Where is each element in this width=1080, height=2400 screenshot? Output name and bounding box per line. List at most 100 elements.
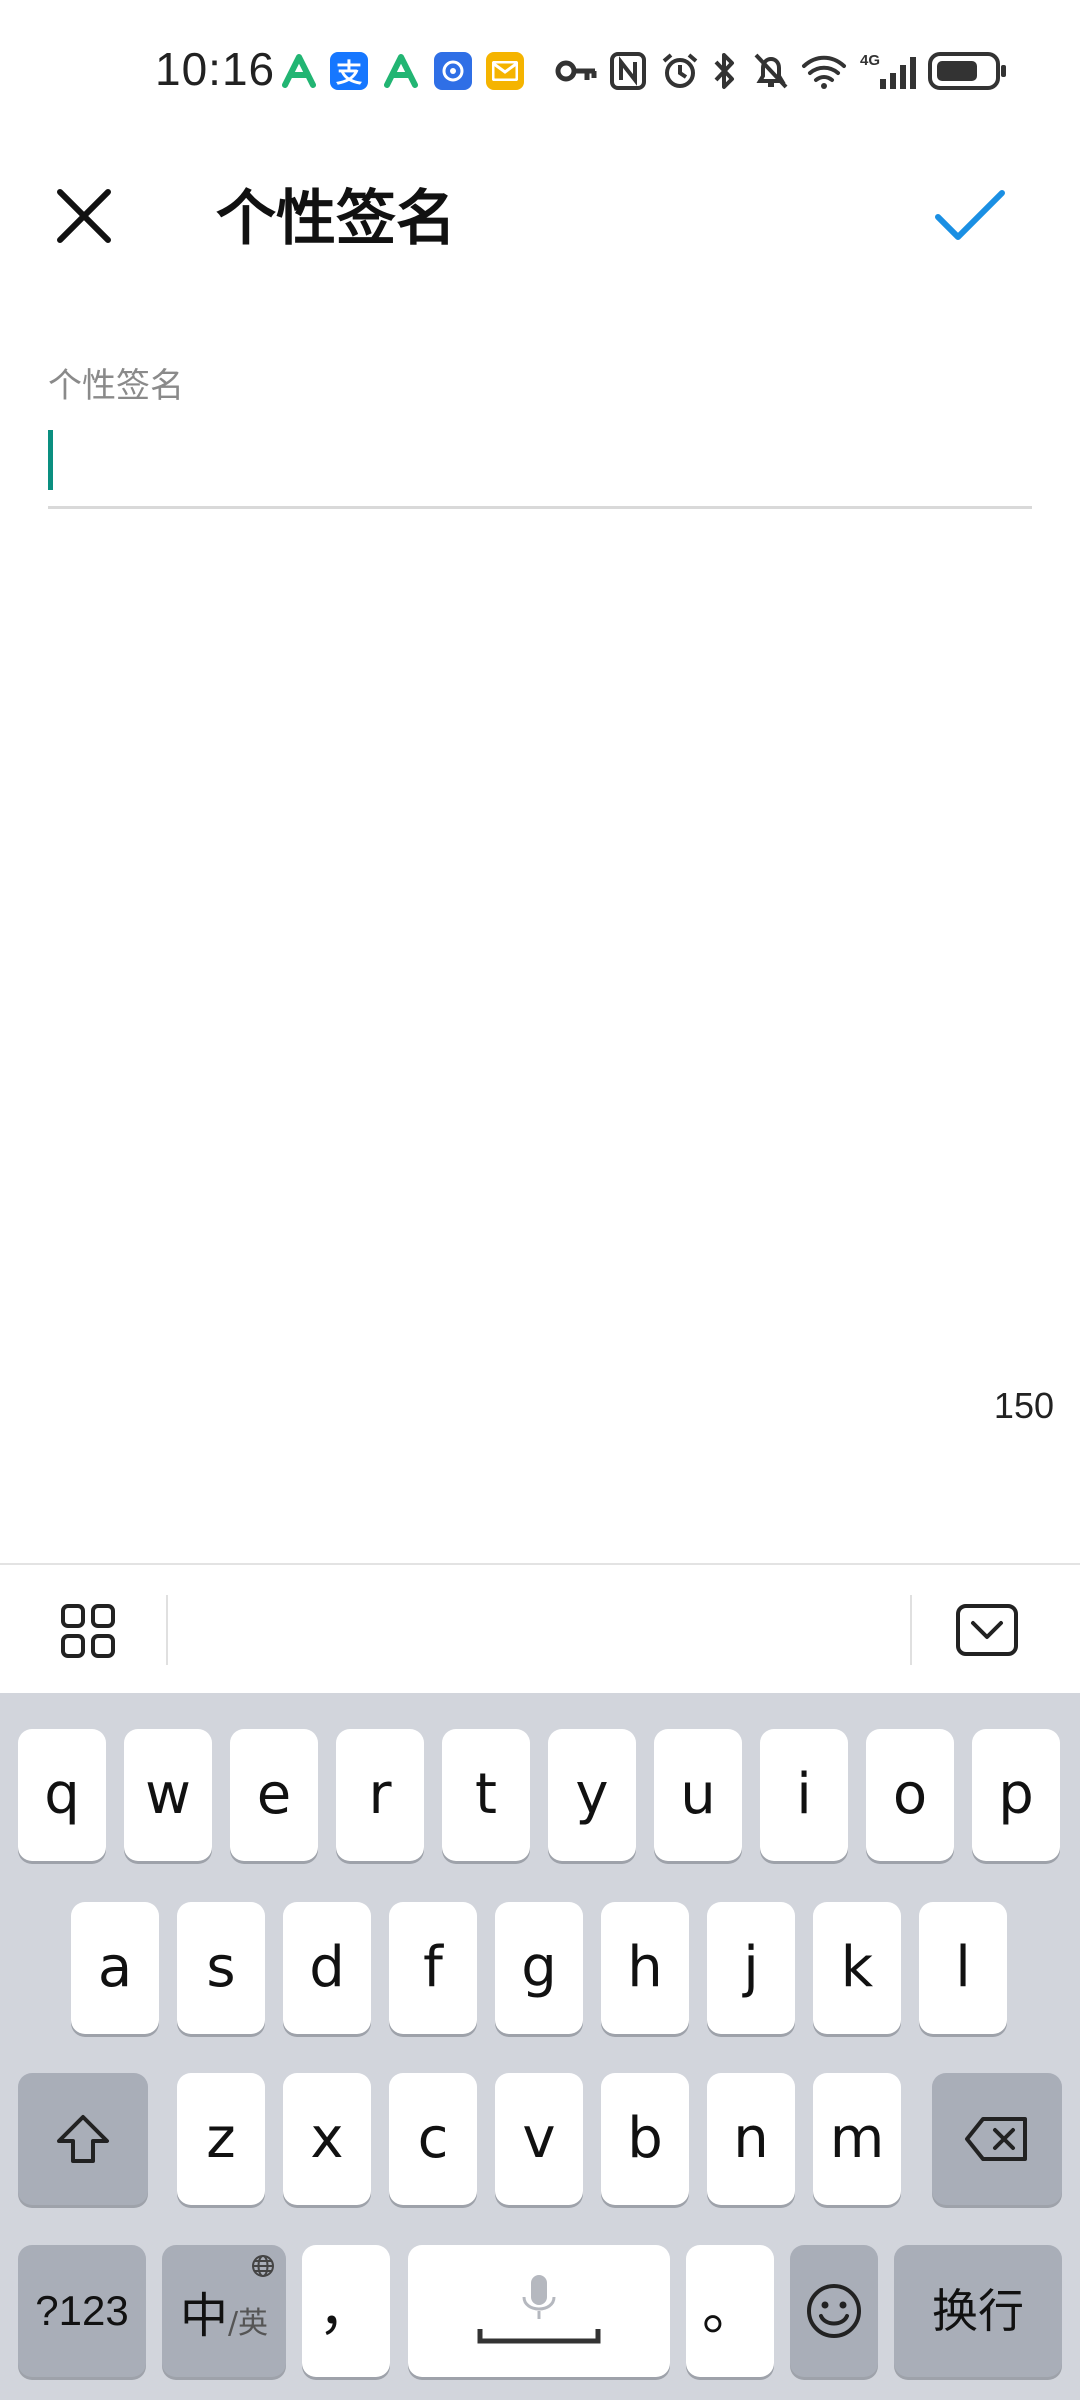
key-c[interactable]: c bbox=[389, 2073, 477, 2205]
enter-key[interactable]: 换行 bbox=[894, 2245, 1062, 2377]
mail-icon bbox=[486, 52, 524, 90]
signature-field-label: 个性签名 bbox=[48, 366, 184, 406]
key-l[interactable]: l bbox=[919, 1902, 1007, 2034]
key-n[interactable]: n bbox=[707, 2073, 795, 2205]
signature-input[interactable] bbox=[62, 420, 1016, 502]
lang-main-label: 中 bbox=[179, 2288, 228, 2344]
backspace-key[interactable] bbox=[932, 2073, 1062, 2205]
key-icon bbox=[555, 50, 599, 92]
key-z[interactable]: z bbox=[177, 2073, 265, 2205]
key-label: 。 bbox=[702, 2278, 758, 2343]
language-key[interactable]: 中/英 bbox=[162, 2245, 286, 2377]
key-d[interactable]: d bbox=[283, 1902, 371, 2034]
text-caret bbox=[48, 430, 53, 490]
grid-apps-icon bbox=[61, 1604, 115, 1658]
bluetooth-icon bbox=[712, 50, 738, 92]
microphone-icon bbox=[477, 2275, 601, 2344]
key-j[interactable]: j bbox=[707, 1902, 795, 2034]
shift-key[interactable] bbox=[18, 2073, 148, 2205]
key-label: 换行 bbox=[932, 2284, 1024, 2338]
key-v[interactable]: v bbox=[495, 2073, 583, 2205]
key-label: z bbox=[206, 2106, 236, 2171]
toolbar-divider bbox=[166, 1595, 168, 1665]
key-u[interactable]: u bbox=[654, 1729, 742, 1861]
key-label: p bbox=[998, 1762, 1034, 1827]
key-label: g bbox=[521, 1935, 557, 2000]
key-label: r bbox=[368, 1762, 392, 1827]
key-label: ?123 bbox=[35, 2287, 129, 2334]
key-r[interactable]: r bbox=[336, 1729, 424, 1861]
key-label: l bbox=[955, 1935, 971, 2000]
grid-apps-button[interactable] bbox=[60, 1603, 116, 1659]
keyboard-hide-icon bbox=[956, 1604, 1018, 1656]
close-button[interactable] bbox=[48, 180, 120, 252]
key-label: o bbox=[892, 1762, 928, 1827]
emoji-icon bbox=[807, 2284, 861, 2338]
status-time: 10:16 bbox=[155, 43, 276, 95]
key-label: y bbox=[575, 1762, 609, 1827]
mute-icon bbox=[752, 50, 790, 92]
nfc-icon bbox=[610, 50, 646, 92]
key-label: d bbox=[309, 1935, 345, 2000]
key-label: q bbox=[44, 1762, 80, 1827]
wifi-icon bbox=[800, 50, 848, 92]
key-i[interactable]: i bbox=[760, 1729, 848, 1861]
close-icon bbox=[57, 189, 111, 243]
backspace-icon bbox=[965, 2117, 1027, 2161]
key-b[interactable]: b bbox=[601, 2073, 689, 2205]
key-k[interactable]: k bbox=[813, 1902, 901, 2034]
globe-icon bbox=[252, 2255, 274, 2277]
soft-keyboard: q w e r t y u i o p a s d f g h j k l z … bbox=[0, 1693, 1080, 2400]
key-label: h bbox=[627, 1935, 663, 2000]
key-w[interactable]: w bbox=[124, 1729, 212, 1861]
lang-alt-label: /英 bbox=[227, 2306, 269, 2341]
check-icon bbox=[935, 190, 1005, 240]
keyboard-hide-button[interactable] bbox=[955, 1603, 1019, 1657]
key-label: a bbox=[97, 1935, 133, 2000]
alipay-icon: 支 bbox=[330, 52, 368, 90]
key-t[interactable]: t bbox=[442, 1729, 530, 1861]
toolbar-divider bbox=[910, 1595, 912, 1665]
key-h[interactable]: h bbox=[601, 1902, 689, 2034]
battery-icon bbox=[928, 50, 1008, 92]
signal-4g-icon: 4G bbox=[860, 50, 920, 92]
key-label: m bbox=[829, 2106, 885, 2171]
app-bar: 个性签名 bbox=[0, 150, 1080, 280]
key-f[interactable]: f bbox=[389, 1902, 477, 2034]
key-label: t bbox=[475, 1762, 497, 1827]
key-label: s bbox=[206, 1935, 236, 2000]
key-q[interactable]: q bbox=[18, 1729, 106, 1861]
key-label: v bbox=[522, 2106, 556, 2171]
key-p[interactable]: p bbox=[972, 1729, 1060, 1861]
signature-field[interactable] bbox=[48, 420, 1032, 509]
page-title: 个性签名 bbox=[216, 184, 456, 254]
app-blue-icon bbox=[434, 52, 472, 90]
alarm-icon bbox=[660, 50, 700, 92]
key-label: e bbox=[256, 1762, 292, 1827]
key-o[interactable]: o bbox=[866, 1729, 954, 1861]
key-y[interactable]: y bbox=[548, 1729, 636, 1861]
key-e[interactable]: e bbox=[230, 1729, 318, 1861]
key-a[interactable]: a bbox=[71, 1902, 159, 2034]
key-label: u bbox=[680, 1762, 716, 1827]
keyboard-toolbar bbox=[0, 1563, 1080, 1695]
period-key[interactable]: 。 bbox=[686, 2245, 774, 2377]
key-label: f bbox=[423, 1935, 443, 2000]
app-green-a-icon bbox=[280, 52, 318, 90]
key-x[interactable]: x bbox=[283, 2073, 371, 2205]
comma-key[interactable]: ， bbox=[302, 2245, 390, 2377]
svg-text:4G: 4G bbox=[860, 52, 880, 69]
key-label: x bbox=[310, 2106, 344, 2171]
key-label: k bbox=[840, 1935, 874, 2000]
key-s[interactable]: s bbox=[177, 1902, 265, 2034]
space-key[interactable] bbox=[408, 2245, 670, 2377]
key-label: b bbox=[627, 2106, 663, 2171]
emoji-key[interactable] bbox=[790, 2245, 878, 2377]
key-m[interactable]: m bbox=[813, 2073, 901, 2205]
key-label: i bbox=[796, 1762, 812, 1827]
confirm-button[interactable] bbox=[930, 175, 1010, 255]
key-g[interactable]: g bbox=[495, 1902, 583, 2034]
key-label: ， bbox=[318, 2278, 374, 2343]
key-label: c bbox=[417, 2106, 449, 2171]
numeric-key[interactable]: ?123 bbox=[18, 2245, 146, 2377]
